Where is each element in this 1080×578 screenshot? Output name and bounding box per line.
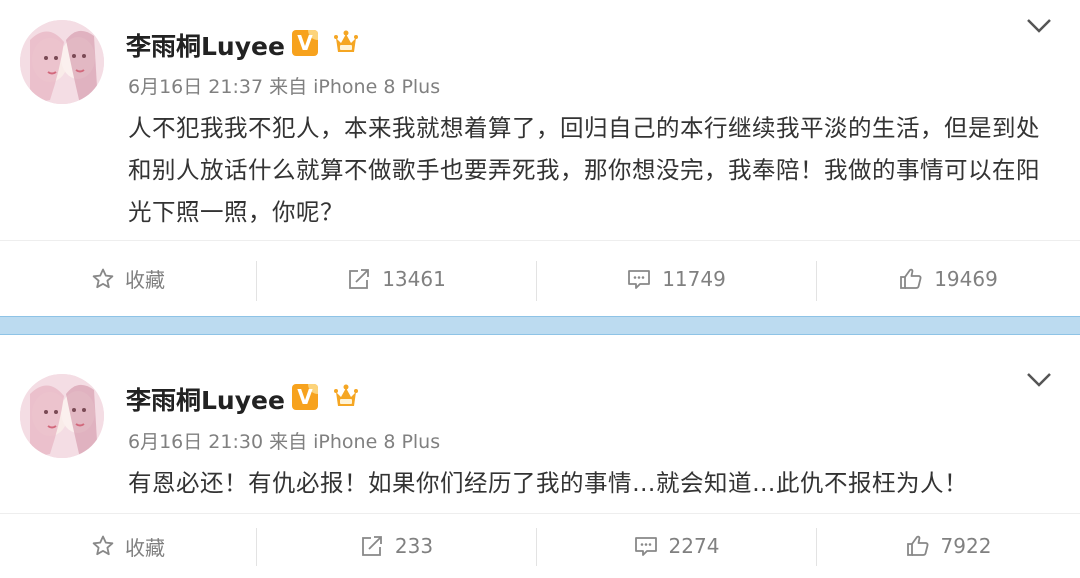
verified-icon: V	[292, 30, 318, 56]
post-meta: 6月16日 21:30 来自 iPhone 8 Plus	[128, 431, 441, 453]
comment-button[interactable]: 11749	[536, 241, 816, 316]
star-icon	[92, 268, 114, 288]
star-icon	[92, 535, 114, 556]
chevron-down-icon[interactable]	[1026, 18, 1052, 34]
like-count: 19469	[934, 266, 998, 291]
comment-count: 2274	[668, 534, 720, 558]
post-separator	[0, 316, 1080, 335]
forward-button[interactable]: 13461	[256, 241, 536, 316]
comment-icon	[634, 537, 657, 556]
username[interactable]: 李雨桐Luyee	[126, 381, 285, 417]
comment-icon	[628, 269, 651, 289]
comment-button[interactable]: 2274	[536, 514, 816, 578]
post-content: 有恩必还！有仇必报！如果你们经历了我的事情…就会知道…此仇不报枉为人！	[128, 469, 968, 497]
post-content: 人不犯我我不犯人，本来我就想着算了，回归自己的本行继续我平淡的生活，但是到处和别…	[128, 114, 1040, 226]
username[interactable]: 李雨桐Luyee	[126, 27, 285, 63]
comment-count: 11749	[662, 266, 726, 291]
forward-icon	[349, 268, 370, 289]
avatar[interactable]	[20, 374, 104, 458]
avatar[interactable]	[20, 20, 104, 104]
crown-badge-icon	[334, 384, 358, 406]
action-bar: 收藏 13461 11749 19469	[0, 240, 1080, 316]
like-button[interactable]: 7922	[816, 514, 1080, 578]
forward-count: 13461	[382, 266, 446, 291]
verified-icon: V	[292, 384, 318, 410]
favorite-button[interactable]: 收藏	[0, 514, 256, 578]
thumbs-up-icon	[906, 535, 929, 556]
weibo-post: 李雨桐Luyee V 6月16日 21:30 来自 iPhone 8 Plus …	[0, 335, 1080, 578]
weibo-post: 李雨桐Luyee V 6月16日 21:37 来自 iPhone 8 Plus …	[0, 0, 1080, 316]
favorite-button[interactable]: 收藏	[0, 241, 256, 316]
action-bar: 收藏 233 2274 7922	[0, 513, 1080, 578]
forward-icon	[362, 536, 382, 556]
crown-badge-icon	[334, 30, 358, 52]
chevron-down-icon[interactable]	[1026, 372, 1052, 388]
post-meta: 6月16日 21:37 来自 iPhone 8 Plus	[128, 76, 441, 98]
favorite-label: 收藏	[125, 535, 165, 560]
forward-button[interactable]: 233	[256, 514, 536, 578]
like-button[interactable]: 19469	[816, 241, 1080, 316]
like-count: 7922	[940, 534, 992, 558]
favorite-label: 收藏	[125, 268, 165, 292]
forward-count: 233	[394, 534, 434, 558]
thumbs-up-icon	[900, 268, 922, 289]
